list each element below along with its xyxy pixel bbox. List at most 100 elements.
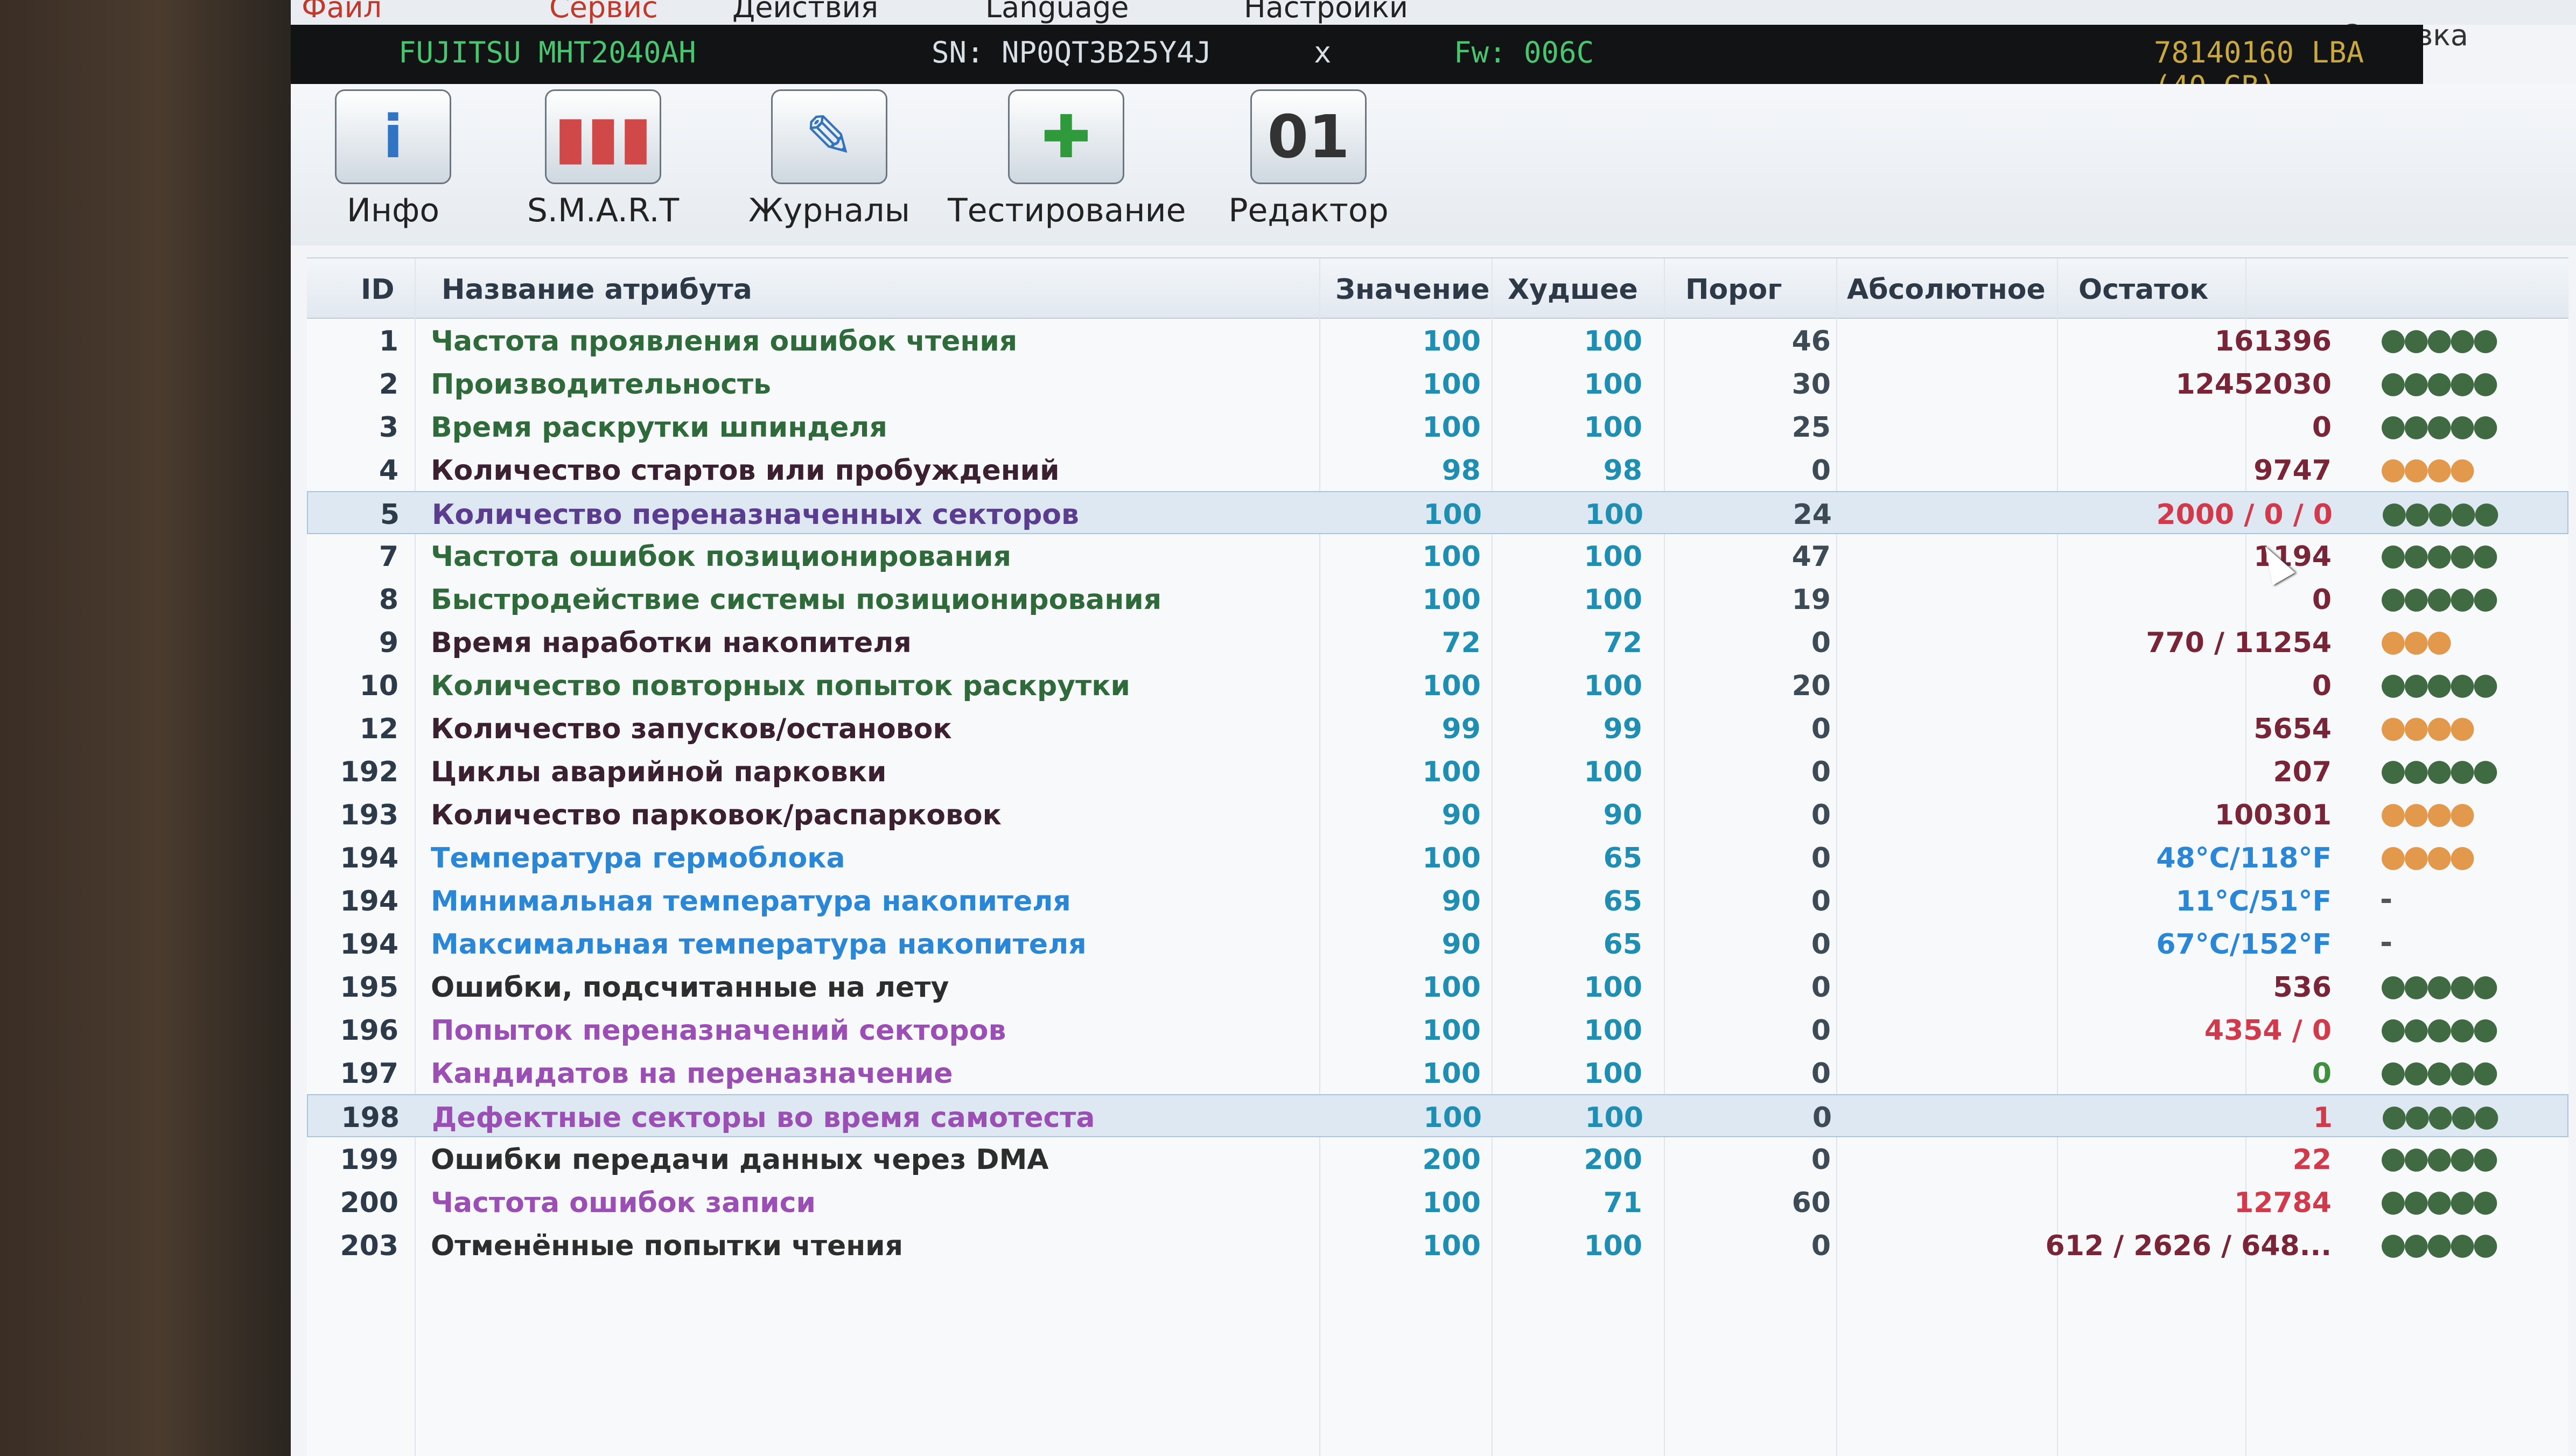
table-row[interactable]: 198 Дефектные секторы во время самотеста 1… [307,1094,2568,1137]
attr-remaining: ●●●●● [2381,495,2500,530]
attr-worst: 200 [1584,1144,1642,1176]
table-row[interactable]: 7 Частота ошибок позиционирования 100 100 47… [307,534,2568,577]
attr-remaining: ●●●●● [2380,968,2498,1003]
table-row[interactable]: 8 Быстродействие системы позиционирования… [307,577,2568,620]
attr-value: 100 [1422,756,1481,788]
tool-info-button[interactable]: i Инфо [302,89,485,229]
table-row[interactable]: 199 Ошибки передачи данных через DMA 200 20… [307,1137,2568,1180]
attr-worst: 100 [1584,971,1642,1004]
attr-remaining: ●●●●● [2380,667,2498,702]
attr-remaining: ●●●● [2380,710,2475,745]
editor-binary-icon: 01 [1250,89,1367,184]
table-row[interactable]: 197 Кандидатов на переназначение 100 100 0 0 ●… [307,1051,2568,1094]
attr-raw: 11°C/51°F [2175,885,2332,918]
drive-model[interactable]: FUJITSU MHT2040AH [398,36,696,69]
table-row[interactable]: 194 Максимальная температура накопителя 90… [307,922,2568,965]
testing-kit-icon-glyph: ✚ [1041,102,1091,171]
table-row[interactable]: 195 Ошибки, подсчитанные на лету 100 100 0 53… [307,965,2568,1008]
close-icon[interactable]: x [1314,36,1332,69]
col-threshold-header[interactable]: Порог [1685,274,1782,306]
attr-remaining: ●●●●● [2380,322,2498,357]
table-row[interactable]: 3 Время раскрутки шпинделя 100 100 25 0 ●●●●● [307,405,2568,448]
attr-value: 100 [1422,368,1481,401]
attr-id: 9 [379,627,398,659]
tool-smart-button[interactable]: ▮▮▮ S.M.A.R.T [506,89,700,229]
attr-worst: 100 [1584,541,1642,573]
table-row[interactable]: 9 Время наработки накопителя 72 72 0 770 / 11… [307,620,2568,663]
attr-worst: 98 [1603,454,1642,487]
table-row[interactable]: 196 Попыток переназначений секторов 100 100… [307,1008,2568,1051]
attr-name: Циклы аварийной парковки [431,756,887,788]
tool-editor-button[interactable]: 01 Редактор [1206,89,1411,229]
tool-testing-button[interactable]: ✚ Тестирование [948,89,1186,229]
table-row[interactable]: 5 Количество переназначенных секторов 100 1… [307,491,2568,534]
attr-raw: 536 [2273,971,2332,1004]
attr-value: 100 [1422,584,1481,616]
attr-id: 1 [379,325,398,358]
attr-remaining: ●●●●● [2380,1011,2498,1046]
info-icon: i [335,89,451,184]
table-row[interactable]: 2 Производительность 100 100 30 12452030 ●●●●● [307,362,2568,405]
col-worst-header[interactable]: Худшее [1508,274,1638,306]
table-row[interactable]: 194 Минимальная температура накопителя 90 6… [307,879,2568,922]
attr-raw: 100301 [2214,799,2332,831]
attr-raw: 5654 [2253,713,2332,745]
table-row[interactable]: 200 Частота ошибок записи 100 71 60 12784 ●●●●… [307,1180,2568,1223]
attr-worst: 65 [1603,885,1642,918]
table-row[interactable]: 194 Температура гермоблока 100 65 0 48°C/118°… [307,836,2568,879]
attr-worst: 100 [1584,325,1642,358]
menu-actions[interactable]: Действия [732,0,878,24]
drive-serial: SN: NP0QT3B25Y4J [932,36,1212,69]
attr-remaining: - [2380,925,2392,960]
col-raw-header[interactable]: Абсолютное [1847,274,2046,306]
col-value-header[interactable]: Значение [1335,274,1490,306]
attr-raw: 612 / 2626 / 648... [2045,1230,2332,1262]
attr-remaining: ●●●●● [2380,365,2498,400]
menu-settings[interactable]: Настройки [1244,0,1408,24]
attr-threshold: 0 [1811,454,1831,487]
attr-raw: 67°C/152°F [2156,928,2332,961]
attr-name: Частота проявления ошибок чтения [431,325,1018,358]
attr-value: 90 [1441,928,1481,961]
table-row[interactable]: 203 Отменённые попытки чтения 100 100 0 612 /… [307,1223,2568,1266]
attr-raw: 4354 / 0 [2204,1014,2332,1047]
table-row[interactable]: 193 Количество парковок/распарковок 90 90 0 1… [307,793,2568,836]
table-row[interactable]: 192 Циклы аварийной парковки 100 100 0 207 ●●●… [307,750,2568,793]
attr-id: 203 [340,1230,398,1262]
attr-threshold: 0 [1811,799,1831,831]
table-row[interactable]: 12 Количество запусков/остановок 99 99 0 5654… [307,706,2568,750]
tool-logs-button[interactable]: ✎ Журналы [732,89,926,229]
attr-value: 100 [1422,1230,1481,1262]
attr-raw: 9747 [2253,454,2332,487]
attr-name: Ошибки передачи данных через DMA [431,1144,1049,1176]
attr-threshold: 0 [1811,971,1831,1004]
attr-threshold: 60 [1791,1187,1831,1219]
table-row[interactable]: 1 Частота проявления ошибок чтения 100 100 4… [307,319,2568,362]
attr-remaining: ●●●●● [2380,408,2498,443]
col-name-header[interactable]: Название атрибута [442,274,752,306]
attr-threshold: 30 [1791,368,1831,401]
table-row[interactable]: 10 Количество повторных попыток раскрутки… [307,663,2568,706]
attr-id: 192 [340,756,398,788]
editor-binary-icon-glyph: 01 [1267,102,1350,171]
attr-id: 194 [340,885,398,918]
attr-value: 100 [1422,670,1481,702]
attr-name: Попыток переназначений секторов [431,1014,1006,1047]
tool-smart-label: S.M.A.R.T [527,192,680,229]
attr-raw: 2000 / 0 / 0 [2156,499,2333,531]
attr-remaining: ●●●●● [2380,1184,2498,1219]
attr-remaining: ●●●● [2380,839,2475,874]
col-remaining-header[interactable]: Остаток [2078,274,2208,306]
attr-id: 7 [379,541,398,573]
attr-name: Частота ошибок позиционирования [431,541,1012,573]
col-id-header[interactable]: ID [361,274,395,306]
attr-worst: 100 [1585,1102,1643,1134]
attr-name: Ошибки, подсчитанные на лету [431,971,949,1004]
menu-language[interactable]: Language [985,0,1129,24]
menu-service[interactable]: Сервис [549,0,658,24]
table-row[interactable]: 4 Количество стартов или пробуждений 98 98 0… [307,448,2568,491]
drive-info-bar: FUJITSU MHT2040AH SN: NP0QT3B25Y4J x Fw:… [291,25,2423,103]
app-window: Файл Сервис Действия Language Настройки … [291,0,2576,1456]
toolbar: i Инфо ▮▮▮ S.M.A.R.T ✎ Журналы ✚ Тестиро… [291,84,2576,246]
menu-file[interactable]: Файл [302,0,382,24]
